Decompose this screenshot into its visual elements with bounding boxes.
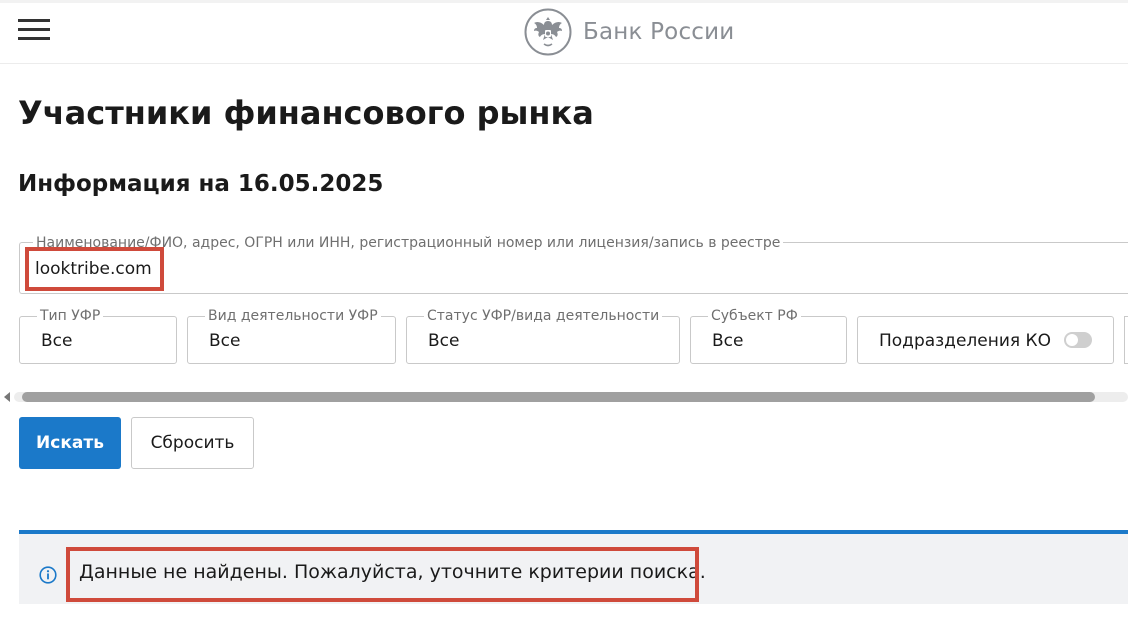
reset-button[interactable]: Сбросить: [131, 417, 254, 469]
filter-label: Статус УФР/вида деятельности: [424, 307, 663, 325]
filter-label: Тип УФР: [37, 307, 104, 325]
menu-line: [18, 37, 50, 40]
filter-value: Все: [428, 331, 460, 351]
page-title: Участники финансового рынка: [18, 94, 594, 132]
logo-text: Банк России: [583, 19, 735, 45]
site-header: Банк России: [0, 3, 1128, 64]
filter-value: Все: [41, 331, 73, 351]
search-button[interactable]: Искать: [19, 417, 121, 469]
filter-value: Все: [712, 331, 744, 351]
horizontal-scrollbar-thumb[interactable]: [22, 392, 1095, 402]
filter-activity-type[interactable]: Вид деятельности УФР Все: [187, 307, 396, 364]
no-results-message: Данные не найдены. Пожалуйста, уточните …: [19, 534, 1128, 604]
ko-divisions-toggle[interactable]: [1064, 332, 1092, 348]
search-input-value[interactable]: looktribe.com: [35, 259, 152, 279]
filter-region[interactable]: Субъект РФ Все: [690, 307, 847, 364]
toggle-label: Подразделения КО: [879, 331, 1051, 351]
menu-line: [18, 28, 50, 31]
filter-type-ufr[interactable]: Тип УФР Все: [19, 307, 177, 364]
scroll-left-arrow-icon[interactable]: [4, 392, 10, 402]
double-headed-eagle-emblem-icon: [524, 8, 572, 56]
filter-label: Субъект РФ: [708, 307, 801, 325]
info-date-heading: Информация на 16.05.2025: [18, 171, 384, 197]
filter-label: Вид деятельности УФР: [205, 307, 381, 325]
search-input-label: Наименование/ФИО, адрес, ОГРН или ИНН, р…: [33, 234, 784, 252]
filter-status[interactable]: Статус УФР/вида деятельности Все: [406, 307, 680, 364]
hamburger-menu-icon[interactable]: [18, 19, 50, 41]
menu-line: [18, 19, 50, 22]
filter-value: Все: [209, 331, 241, 351]
toggle-knob: [1066, 334, 1078, 346]
filter-next-partial[interactable]: [1124, 316, 1128, 364]
search-input[interactable]: Наименование/ФИО, адрес, ОГРН или ИНН, р…: [19, 234, 1128, 294]
info-circle-icon: [39, 566, 57, 584]
message-text: Данные не найдены. Пожалуйста, уточните …: [79, 561, 706, 583]
bank-logo[interactable]: Банк России: [524, 6, 734, 58]
filter-ko-divisions[interactable]: Подразделения КО: [857, 316, 1114, 364]
